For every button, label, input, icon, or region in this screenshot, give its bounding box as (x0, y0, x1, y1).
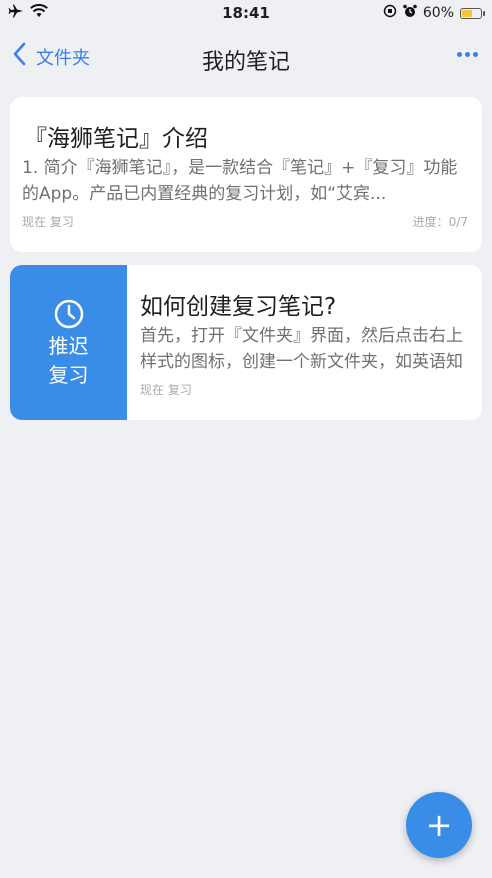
note-excerpt: 首先，打开『文件夹』界面，然后点击右上 样式的图标，创建一个新文件夹，如英语知 (140, 323, 482, 375)
postpone-label-line2: 复习 (48, 363, 89, 387)
status-right: 60% (383, 4, 485, 22)
clock-icon (53, 298, 85, 334)
status-bar: 18:41 60% (0, 0, 492, 26)
plus-icon: + (425, 806, 453, 844)
note-excerpt: 1. 简介『海狮笔记』，是一款结合『笔记』+『复习』功能的App。产品已内置经典… (22, 158, 458, 204)
postpone-label-line1: 推迟 (48, 334, 89, 358)
note-card[interactable]: 推迟 复习 如何创建复习笔记? 首先，打开『文件夹』界面，然后点击右上 样式的图… (10, 265, 482, 420)
page-title: 我的笔记 (201, 50, 290, 75)
more-dot-icon (457, 52, 462, 57)
battery-icon (460, 7, 485, 19)
postpone-review-button[interactable]: 推迟 复习 (10, 265, 127, 420)
note-title: 『海狮笔记』介绍 (24, 126, 208, 152)
note-excerpt-line: 样式的图标，创建一个新文件夹，如英语知 (140, 352, 463, 372)
battery-fill (462, 9, 473, 17)
note-review-meta: 现在 复习 (22, 215, 74, 229)
more-dot-icon (473, 52, 478, 57)
alarm-icon (403, 4, 417, 22)
more-dot-icon (465, 52, 470, 57)
more-options-button[interactable] (457, 52, 478, 57)
add-note-button[interactable]: + (406, 792, 472, 858)
note-title: 如何创建复习笔记? (140, 294, 337, 320)
note-progress: 进度：0/7 (412, 215, 468, 229)
note-review-meta: 现在 复习 (140, 383, 192, 397)
battery-percent: 60% (422, 5, 454, 21)
navigation-bar: 文件夹 我的笔记 (0, 30, 492, 86)
note-excerpt-line: 首先，打开『文件夹』界面，然后点击右上 (140, 326, 463, 346)
note-content[interactable]: 如何创建复习笔记? 首先，打开『文件夹』界面，然后点击右上 样式的图标，创建一个… (127, 265, 482, 420)
orientation-lock-icon (383, 4, 397, 22)
note-card[interactable]: 『海狮笔记』介绍 1. 简介『海狮笔记』，是一款结合『笔记』+『复习』功能的Ap… (10, 97, 482, 252)
